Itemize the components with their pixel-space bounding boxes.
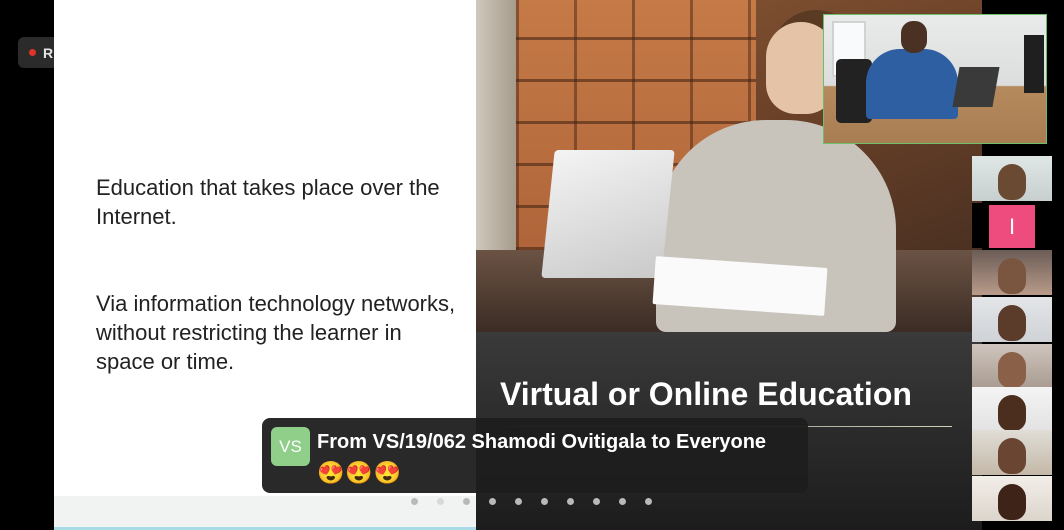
pagination-dot[interactable] bbox=[645, 498, 652, 505]
chat-message: 😍😍😍 bbox=[317, 460, 403, 485]
participant-avatar-tile[interactable]: I bbox=[972, 203, 1052, 248]
slide-pagination bbox=[411, 498, 652, 505]
speaker-bg-speaker bbox=[1024, 35, 1044, 93]
participant-initial: I bbox=[989, 205, 1035, 248]
participant-face bbox=[998, 164, 1026, 200]
participant-face bbox=[998, 484, 1026, 520]
participant-video-tile[interactable] bbox=[972, 250, 1052, 295]
active-speaker-video[interactable] bbox=[823, 14, 1047, 144]
pagination-dot[interactable] bbox=[489, 498, 496, 505]
pagination-dot[interactable] bbox=[515, 498, 522, 505]
slide-paragraph-2: Via information technology networks, wit… bbox=[96, 291, 456, 374]
participant-video-tile[interactable] bbox=[972, 156, 1052, 201]
participant-video-tile[interactable] bbox=[972, 344, 1052, 389]
speaker-head bbox=[901, 21, 927, 53]
pagination-dot[interactable] bbox=[463, 498, 470, 505]
participant-face bbox=[998, 395, 1026, 431]
participant-video-tile[interactable] bbox=[972, 387, 1052, 432]
participant-video-tile[interactable] bbox=[972, 430, 1052, 475]
sender-avatar: VS bbox=[271, 427, 310, 466]
participant-face bbox=[998, 438, 1026, 474]
speaker-body bbox=[866, 49, 958, 119]
slide-paragraph-1: Education that takes place over the Inte… bbox=[96, 175, 440, 229]
participant-face bbox=[998, 352, 1026, 388]
pagination-dot[interactable] bbox=[593, 498, 600, 505]
participant-face bbox=[998, 258, 1026, 294]
pagination-dot[interactable] bbox=[411, 498, 418, 505]
participant-video-tile[interactable] bbox=[972, 476, 1052, 521]
record-dot-icon bbox=[29, 49, 36, 56]
slide-title: Virtual or Online Education bbox=[500, 376, 912, 412]
pagination-dot[interactable] bbox=[541, 498, 548, 505]
speaker-laptop bbox=[952, 67, 1000, 107]
chat-sender-line: From VS/19/062 Shamodi Ovitigala to Ever… bbox=[317, 431, 767, 453]
chat-notification[interactable]: VS From VS/19/062 Shamodi Ovitigala to E… bbox=[262, 418, 808, 493]
participant-video-tile[interactable] bbox=[972, 297, 1052, 342]
participant-face bbox=[998, 305, 1026, 341]
pagination-dot[interactable] bbox=[619, 498, 626, 505]
pagination-dot[interactable] bbox=[567, 498, 574, 505]
pagination-dot[interactable] bbox=[437, 498, 444, 505]
